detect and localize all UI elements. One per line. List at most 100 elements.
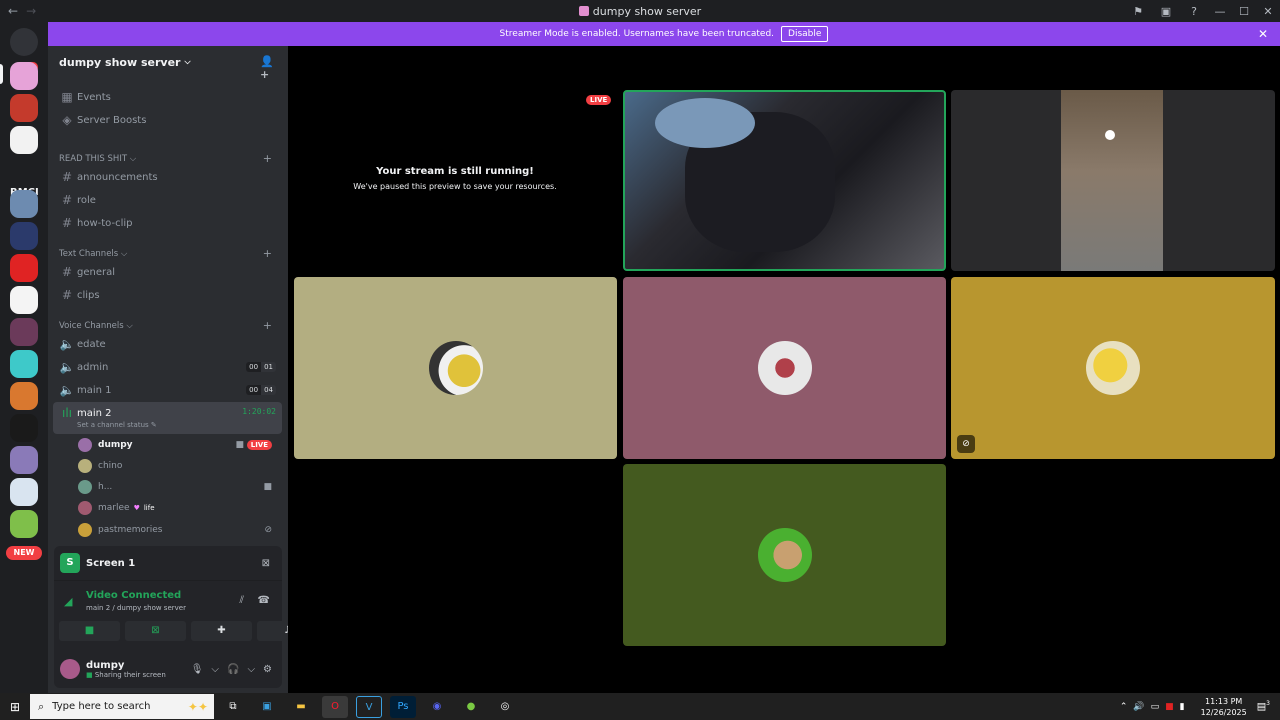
server-icon-orange[interactable] bbox=[10, 382, 38, 410]
volume-icon[interactable]: 🔊 bbox=[1133, 702, 1144, 712]
stop-stream-icon[interactable]: ⊠ bbox=[262, 558, 270, 569]
avatar bbox=[78, 523, 92, 537]
video-tile-yellow[interactable]: ⊘ bbox=[951, 277, 1275, 459]
app-icon-green[interactable]: ● bbox=[458, 696, 484, 718]
server-icon bbox=[578, 5, 589, 16]
channel-timer: 1:20:02 bbox=[242, 407, 276, 416]
opera-icon[interactable]: O bbox=[322, 695, 348, 718]
battery-icon[interactable]: ▮ bbox=[1180, 702, 1185, 712]
file-explorer-icon[interactable]: ▬ bbox=[288, 696, 314, 718]
forward-arrow-icon[interactable]: → bbox=[26, 4, 36, 18]
server-icon-shoe[interactable] bbox=[10, 478, 38, 506]
server-icon-lifebuoy[interactable] bbox=[10, 350, 38, 378]
voice-user-dumpy[interactable]: dumpy ■ LIVE bbox=[78, 435, 282, 455]
disable-button[interactable]: Disable bbox=[781, 26, 829, 42]
events-item[interactable]: ▦ Events bbox=[53, 86, 282, 108]
server-icon-pink[interactable] bbox=[10, 62, 38, 90]
discord-icon[interactable]: ◉ bbox=[424, 696, 450, 718]
photoshop-icon[interactable]: Ps bbox=[390, 695, 416, 718]
gear-icon[interactable]: ⚙ bbox=[263, 664, 272, 675]
close-window-button[interactable]: ✕ bbox=[1256, 5, 1280, 18]
maximize-button[interactable]: ☐ bbox=[1232, 5, 1256, 18]
video-tile-webcam[interactable] bbox=[623, 90, 946, 271]
category-text[interactable]: Text Channels ⌵ + bbox=[59, 247, 284, 260]
mic-icon[interactable]: 🎙 bbox=[191, 664, 204, 675]
clock[interactable]: 11:13 PM 12/26/2025 bbox=[1201, 696, 1247, 718]
invite-icon[interactable]: 👤+ bbox=[260, 55, 274, 81]
help-icon[interactable]: ? bbox=[1180, 5, 1208, 18]
signal-icon[interactable]: ◢ bbox=[64, 595, 72, 608]
chevron-up-icon[interactable]: ⌃ bbox=[1120, 702, 1128, 712]
server-icon-person[interactable] bbox=[10, 446, 38, 474]
connection-location[interactable]: main 2 / dumpy show server bbox=[86, 604, 186, 612]
video-tile-camera[interactable] bbox=[951, 90, 1275, 271]
server-header[interactable]: dumpy show server ⌵ 👤+ bbox=[48, 46, 288, 81]
disconnect-icon[interactable]: ☎ bbox=[258, 595, 270, 606]
stream-preview-paused[interactable]: Your stream is still running! We've paus… bbox=[294, 90, 616, 270]
channel-general[interactable]: # general bbox=[53, 261, 282, 283]
voice-channel-main-2[interactable]: ılı main 2 1:20:02 Set a channel status ✎ bbox=[53, 402, 282, 434]
video-tile-chino[interactable] bbox=[294, 277, 617, 459]
screen-share-panel[interactable]: S Screen 1 ⊠ bbox=[54, 546, 282, 580]
voice-channel-admin[interactable]: 🔈 admin 00 01 bbox=[53, 356, 282, 378]
server-icon-graph[interactable] bbox=[10, 286, 38, 314]
add-channel-icon[interactable]: + bbox=[263, 319, 272, 332]
close-icon[interactable]: ✕ bbox=[1258, 27, 1268, 41]
screen-share-button[interactable]: ⊠ bbox=[125, 621, 186, 641]
server-icon-blue[interactable] bbox=[10, 190, 38, 218]
activities-button[interactable]: ✚ bbox=[191, 621, 252, 641]
inbox-icon[interactable]: ▣ bbox=[1152, 5, 1180, 18]
chevron-down-icon[interactable]: ⌵ bbox=[247, 664, 255, 675]
chevron-down-icon: ⌵ bbox=[184, 57, 191, 66]
server-icon-anime[interactable] bbox=[10, 318, 38, 346]
channel-status[interactable]: Set a channel status ✎ bbox=[77, 421, 157, 429]
avatar bbox=[78, 501, 92, 515]
channel-announcements[interactable]: # announcements bbox=[53, 166, 282, 188]
server-icon-dfc[interactable] bbox=[10, 414, 38, 442]
server-icon-yt-red[interactable] bbox=[10, 254, 38, 282]
voice-user-chino[interactable]: chino bbox=[78, 456, 282, 476]
network-icon[interactable]: ▭ bbox=[1151, 702, 1160, 712]
flag-icon[interactable]: ⚑ bbox=[1124, 5, 1152, 18]
voice-user-marlee[interactable]: marlee ♥ life bbox=[78, 498, 282, 518]
voice-user-pastmemories[interactable]: pastmemories ⊘ bbox=[78, 520, 282, 540]
headphones-icon[interactable]: 🎧 bbox=[227, 664, 239, 675]
notification-icon[interactable]: ▤3 bbox=[1257, 700, 1270, 712]
chevron-down-icon[interactable]: ⌵ bbox=[211, 664, 219, 675]
voice-channel-main-1[interactable]: 🔈 main 1 00 04 bbox=[53, 379, 282, 401]
back-arrow-icon[interactable]: ← bbox=[8, 4, 18, 18]
connection-status[interactable]: Video Connected bbox=[86, 590, 181, 601]
camera-button[interactable]: ■ bbox=[59, 621, 120, 641]
channel-how-to-clip[interactable]: # how-to-clip bbox=[53, 212, 282, 234]
live-badge: LIVE bbox=[246, 440, 272, 450]
video-tile-pink[interactable] bbox=[623, 277, 946, 459]
voice-user-h[interactable]: h... ■ bbox=[78, 477, 282, 497]
webcam-hat bbox=[655, 98, 755, 148]
obs-icon[interactable]: ◎ bbox=[492, 696, 518, 718]
category-read[interactable]: READ THIS SHIT ⌵ + bbox=[59, 152, 284, 165]
vegas-icon[interactable]: V bbox=[356, 695, 382, 718]
user-info[interactable]: dumpy ■ Sharing their screen bbox=[86, 660, 166, 679]
app-icon-monitor[interactable]: ▣ bbox=[254, 696, 280, 718]
server-icon-badge[interactable] bbox=[10, 222, 38, 250]
add-channel-icon[interactable]: + bbox=[263, 152, 272, 165]
avatar[interactable] bbox=[60, 659, 80, 679]
boosts-item[interactable]: ◈ Server Boosts bbox=[53, 109, 282, 131]
server-icon-youtube[interactable] bbox=[10, 126, 38, 154]
taskbar-search[interactable]: ⌕ Type here to search ✦✦ bbox=[30, 694, 214, 719]
heart-tag-icon: ♥ bbox=[133, 504, 140, 512]
server-icon-green[interactable] bbox=[10, 510, 38, 538]
noise-suppression-icon[interactable]: ⫽ bbox=[240, 595, 244, 606]
windows-start-icon[interactable]: ⊞ bbox=[0, 700, 30, 714]
home-button[interactable] bbox=[10, 28, 38, 56]
task-view-icon[interactable]: ⧉ bbox=[220, 696, 246, 718]
app-tray-icon[interactable]: ■ bbox=[1165, 702, 1174, 712]
channel-clips[interactable]: # clips bbox=[53, 284, 282, 306]
video-tile-green[interactable] bbox=[623, 464, 946, 646]
channel-role[interactable]: # role bbox=[53, 189, 282, 211]
add-channel-icon[interactable]: + bbox=[263, 247, 272, 260]
minimize-button[interactable]: — bbox=[1208, 5, 1232, 18]
category-voice[interactable]: Voice Channels ⌵ + bbox=[59, 319, 284, 332]
server-icon-rfc[interactable] bbox=[10, 94, 38, 122]
voice-channel-edate[interactable]: 🔈 edate bbox=[53, 333, 282, 355]
